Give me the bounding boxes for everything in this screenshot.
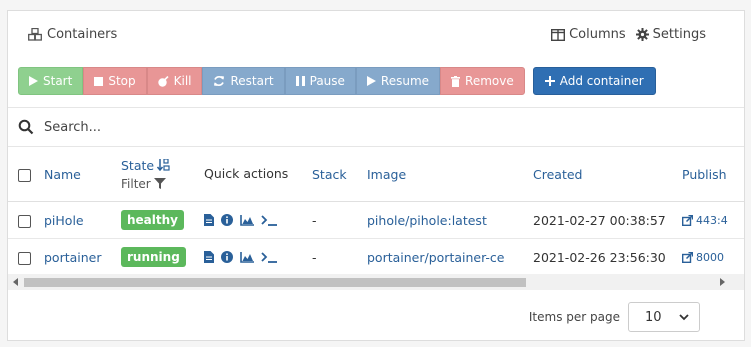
info-icon[interactable] [221,214,233,226]
stack-cell: - [312,238,367,276]
play-icon [29,76,38,86]
column-name[interactable]: Name [44,147,121,202]
scrollbar-thumb[interactable] [24,278,526,287]
columns-label: Columns [569,27,626,42]
column-published-label: Publish [682,166,727,182]
start-button[interactable]: Start [18,67,84,95]
state-filter[interactable]: Filter [121,177,204,191]
panel-header: Containers Columns Settings [8,11,744,57]
image-link[interactable]: portainer/portainer-ce [367,238,533,276]
restart-button[interactable]: Restart [202,67,285,95]
console-icon[interactable] [261,251,278,263]
container-name-link[interactable]: portainer [44,238,121,276]
scroll-left-arrow[interactable] [13,278,18,286]
panel-title: Containers [28,27,117,42]
pause-icon [295,76,305,86]
containers-panel: Containers Columns Settings Start Stop K… [7,10,745,341]
start-label: Start [43,74,73,88]
logs-icon[interactable] [204,251,214,263]
state-filter-label: Filter [121,176,151,191]
column-image[interactable]: Image [367,147,533,202]
action-toolbar: Start Stop Kill Restart Pause Resume Rem… [18,67,656,95]
settings-button[interactable]: Settings [635,27,706,42]
remove-button[interactable]: Remove [440,67,525,95]
table-header-row: Name State Filter Quick actions Stack Im… [8,147,744,202]
column-stack[interactable]: Stack [312,147,367,202]
items-per-page-label: Items per page [528,310,620,324]
columns-button[interactable]: Columns [551,27,626,42]
published-port-link[interactable]: 8000 [682,250,744,264]
published-port-label: 8000 [696,250,724,264]
items-per-page-select[interactable]: 10 [628,302,700,332]
containers-table: Name State Filter Quick actions Stack Im… [8,147,744,276]
resume-button[interactable]: Resume [355,67,441,95]
gear-icon [635,28,649,41]
resume-label: Resume [380,74,430,88]
sort-icon [157,159,170,171]
stop-button[interactable]: Stop [83,67,147,95]
table-row: portainer running - portainer/portainer-… [8,238,744,276]
items-per-page-value: 10 [645,309,662,325]
published-port-label: 443:4 [696,213,728,227]
created-cell: 2021-02-27 00:38:57 [533,201,682,239]
column-stack-label: Stack [312,166,347,182]
logs-icon[interactable] [204,214,214,226]
column-published[interactable]: Publish [682,147,744,202]
refresh-icon [214,75,225,87]
plus-icon [544,76,555,86]
add-container-button[interactable]: Add container [532,67,656,95]
pagination: Items per page 10 [529,302,700,332]
column-quick-actions: Quick actions [204,147,312,202]
remove-label: Remove [465,74,514,88]
stop-icon [94,76,104,86]
cubes-icon [28,28,42,41]
add-container-label: Add container [559,74,644,88]
filter-icon [153,178,166,189]
trash-icon [451,75,461,87]
stop-label: Stop [108,74,136,88]
horizontal-scrollbar[interactable] [8,274,744,290]
quick-actions [204,251,312,263]
column-created[interactable]: Created [533,147,682,202]
container-name-link[interactable]: piHole [44,201,121,239]
settings-label: Settings [652,27,706,42]
column-created-label: Created [533,166,583,182]
pause-label: Pause [309,74,345,88]
scroll-right-arrow[interactable] [720,278,725,286]
row-checkbox[interactable] [18,214,31,228]
created-cell: 2021-02-26 23:56:30 [533,238,682,276]
stats-icon[interactable] [240,214,254,226]
column-name-label: Name [44,166,81,182]
published-port-link[interactable]: 443:4 [682,213,744,227]
pause-button[interactable]: Pause [284,67,356,95]
column-state-label: State [121,157,155,173]
search-bar [8,107,744,147]
stats-icon[interactable] [240,251,254,263]
search-input[interactable] [42,118,646,136]
columns-icon [551,28,566,41]
select-all-checkbox[interactable] [18,168,31,182]
image-link[interactable]: pihole/pihole:latest [367,201,533,239]
external-link-icon [682,214,693,226]
console-icon[interactable] [261,214,278,226]
kill-label: Kill [173,74,192,88]
column-image-label: Image [367,166,407,182]
play-icon [366,76,376,86]
chevron-down-icon [679,313,689,320]
restart-label: Restart [230,74,274,88]
table-row: piHole healthy - pihole/pihole:latest 20… [8,201,744,239]
status-badge: running [121,247,186,267]
panel-title-text: Containers [47,27,118,42]
info-icon[interactable] [221,251,233,263]
kill-button[interactable]: Kill [146,67,203,95]
row-checkbox[interactable] [18,251,31,265]
column-state[interactable]: State Filter [121,147,204,202]
external-link-icon [682,251,693,263]
column-quick-actions-label: Quick actions [204,166,289,181]
bomb-icon [157,75,169,87]
stack-cell: - [312,201,367,239]
quick-actions [204,214,312,226]
search-icon [18,119,34,135]
status-badge: healthy [121,210,184,230]
